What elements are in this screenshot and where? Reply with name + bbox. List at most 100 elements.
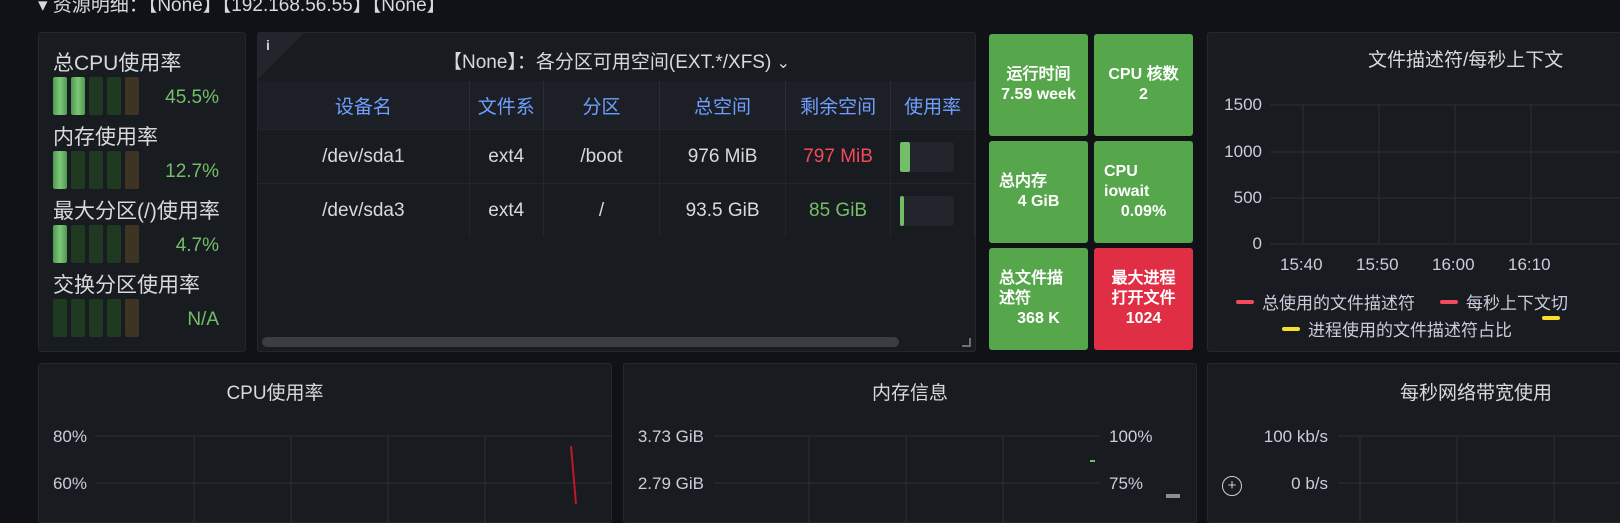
legend-swatch bbox=[1542, 316, 1560, 320]
horizontal-scrollbar[interactable] bbox=[262, 337, 899, 347]
column-header[interactable]: 使用率 bbox=[890, 81, 975, 130]
y-tick-label: 0 bbox=[1252, 234, 1262, 253]
chevron-down-icon[interactable]: ⌄ bbox=[777, 55, 790, 72]
stat-tile[interactable]: 最大进程打开文件 1024 bbox=[1094, 248, 1193, 350]
stat-title: 最大进程打开文件 bbox=[1111, 270, 1176, 307]
stat-value: 368 K bbox=[1017, 310, 1060, 327]
y-tick-label-left: 3.73 GiB bbox=[637, 427, 704, 446]
resize-handle-icon[interactable] bbox=[962, 338, 971, 347]
y-tick-label: 1500 bbox=[1224, 95, 1262, 114]
row-header[interactable]: ▾ 资源明细：【None】【192.168.56.55】【None】 bbox=[38, 0, 446, 17]
gauge-cell bbox=[107, 77, 121, 115]
stat-value: 2 bbox=[1139, 86, 1148, 103]
stat-value: 4 GiB bbox=[1017, 193, 1060, 210]
legend-item[interactable]: 进程使用的文件描述符占比 bbox=[1282, 316, 1512, 341]
gauge-cell bbox=[53, 151, 67, 189]
memory-chart-panel: 内存信息 3.73 GiB 2.79 GiB 100% 75% bbox=[623, 363, 1197, 523]
gauge-cell bbox=[125, 151, 139, 189]
gauge-cell bbox=[71, 77, 85, 115]
cell-device: /dev/sda1 bbox=[258, 129, 470, 184]
usage-gauges-panel: 总CPU使用率 45.5% 内存使用率 12.7% 最大分区(/)使用率 4.7% 交换分区… bbox=[38, 32, 246, 352]
legend-swatch bbox=[1282, 326, 1300, 331]
gauge-bar bbox=[53, 77, 139, 115]
stat-tile[interactable]: 总文件描述符 368 K bbox=[989, 248, 1088, 350]
column-header[interactable]: 总空间 bbox=[659, 81, 786, 130]
gauge-cell bbox=[53, 299, 67, 337]
memory-bar-mark bbox=[1166, 494, 1180, 498]
usage-bar bbox=[900, 141, 955, 172]
cell-total: 976 MiB bbox=[659, 129, 786, 184]
gauge-cell bbox=[89, 77, 103, 115]
gauge-cell bbox=[53, 77, 67, 115]
y-tick-label-left: 2.79 GiB bbox=[637, 474, 704, 493]
zoom-in-icon[interactable]: + bbox=[1222, 476, 1242, 496]
gauge-cell bbox=[89, 151, 103, 189]
cell-total: 93.5 GiB bbox=[659, 183, 786, 237]
usage-bar-fill bbox=[900, 141, 910, 172]
stat-value: 1024 bbox=[1125, 310, 1162, 327]
gauge-cell bbox=[71, 299, 85, 337]
column-header[interactable]: 文件系 bbox=[469, 81, 544, 130]
legend-swatch bbox=[1236, 299, 1254, 304]
usage-bar bbox=[900, 195, 955, 226]
gauge-label: 总CPU使用率 bbox=[53, 52, 182, 75]
cell-free: 797 MiB bbox=[785, 129, 892, 184]
filesystem-table-panel: i 【None】：各分区可用空间(EXT.*/XFS) ⌄ 设备名 文件系 分区 总空… bbox=[257, 32, 976, 352]
column-header[interactable]: 剩余空间 bbox=[785, 81, 892, 130]
gauge-cell bbox=[125, 225, 139, 263]
gauge-cell bbox=[71, 225, 85, 263]
stat-value: 7.59 week bbox=[1001, 86, 1076, 103]
cell-fs: ext4 bbox=[469, 129, 544, 184]
stat-tile[interactable]: 运行时间 7.59 week bbox=[989, 34, 1088, 136]
table-row[interactable]: /dev/sda1 ext4/boot 976 MiB 797 MiB bbox=[258, 129, 975, 184]
x-tick-label: 16:00 bbox=[1432, 255, 1475, 274]
gauge-cell bbox=[107, 299, 121, 337]
filesystem-table: 设备名 文件系 分区 总空间 剩余空间 使用率 /dev/sda1 ext4/boot 976… bbox=[258, 81, 975, 237]
cell-usage bbox=[890, 183, 975, 237]
legend-label: 总使用的文件描述符 bbox=[1262, 294, 1415, 313]
gauge-bar bbox=[53, 299, 139, 337]
y-tick-label-right: 100% bbox=[1109, 427, 1153, 446]
cpu-usage-chart-panel: CPU使用率 80% 60% bbox=[38, 363, 612, 523]
table-row[interactable]: /dev/sda3 ext4/93.5 GiB 85 GiB bbox=[258, 183, 975, 237]
x-tick-label: 16:10 bbox=[1508, 255, 1551, 274]
cell-free: 85 GiB bbox=[785, 183, 892, 237]
fd-context-chart-panel: 文件描述符/每秒上下文 1500 1000 500 0 15:40 15:50 16:00… bbox=[1207, 32, 1620, 352]
cell-usage bbox=[890, 129, 975, 184]
legend-item[interactable]: 总使用的文件描述符 bbox=[1236, 289, 1415, 314]
legend-item[interactable]: 每秒上下文切 bbox=[1440, 289, 1568, 314]
cell-mount: /boot bbox=[543, 129, 661, 184]
gauge-cell bbox=[53, 225, 67, 263]
panel-title[interactable]: 【None】：各分区可用空间(EXT.*/XFS) ⌄ bbox=[258, 47, 975, 74]
gauge-cell bbox=[107, 225, 121, 263]
gauge-bar bbox=[53, 151, 139, 189]
gauge-label: 最大分区(/)使用率 bbox=[53, 200, 220, 223]
legend-swatch bbox=[1440, 299, 1458, 304]
y-tick-label: 60% bbox=[52, 474, 87, 493]
gauge-cell bbox=[107, 151, 121, 189]
cell-device: /dev/sda3 bbox=[258, 183, 470, 237]
gauge-cell bbox=[71, 151, 85, 189]
column-header[interactable]: 分区 bbox=[543, 81, 661, 130]
gauge-cell bbox=[89, 299, 103, 337]
gauge-bar bbox=[53, 225, 139, 263]
x-tick-label: 15:40 bbox=[1280, 255, 1323, 274]
gauge-value: 12.7% bbox=[165, 161, 219, 182]
x-tick-label: 15:50 bbox=[1356, 255, 1399, 274]
legend-label: 每秒上下文切 bbox=[1466, 294, 1568, 313]
stat-tile[interactable]: CPU iowait 0.09% bbox=[1094, 141, 1193, 243]
legend-item[interactable] bbox=[1542, 316, 1568, 320]
y-tick-label: 100 kb/s bbox=[1263, 427, 1328, 446]
usage-bar-fill bbox=[900, 195, 905, 226]
column-header[interactable]: 设备名 bbox=[258, 81, 470, 130]
stat-value: 0.09% bbox=[1120, 203, 1167, 220]
network-bandwidth-chart-panel: 每秒网络带宽使用 100 kb/s 0 b/s + bbox=[1207, 363, 1620, 523]
stat-title: 总文件描述符 bbox=[999, 270, 1064, 307]
stat-title: 运行时间 bbox=[1006, 66, 1071, 83]
gauge-value: N/A bbox=[187, 309, 219, 330]
gauge-label: 内存使用率 bbox=[53, 126, 158, 149]
stat-title: CPU 核数 bbox=[1108, 66, 1179, 83]
stat-tile[interactable]: CPU 核数 2 bbox=[1094, 34, 1193, 136]
stat-tiles-panel: 运行时间 7.59 week CPU 核数 2 总内存 4 GiB CPU iowait 0.… bbox=[985, 32, 1198, 352]
stat-tile[interactable]: 总内存 4 GiB bbox=[989, 141, 1088, 243]
